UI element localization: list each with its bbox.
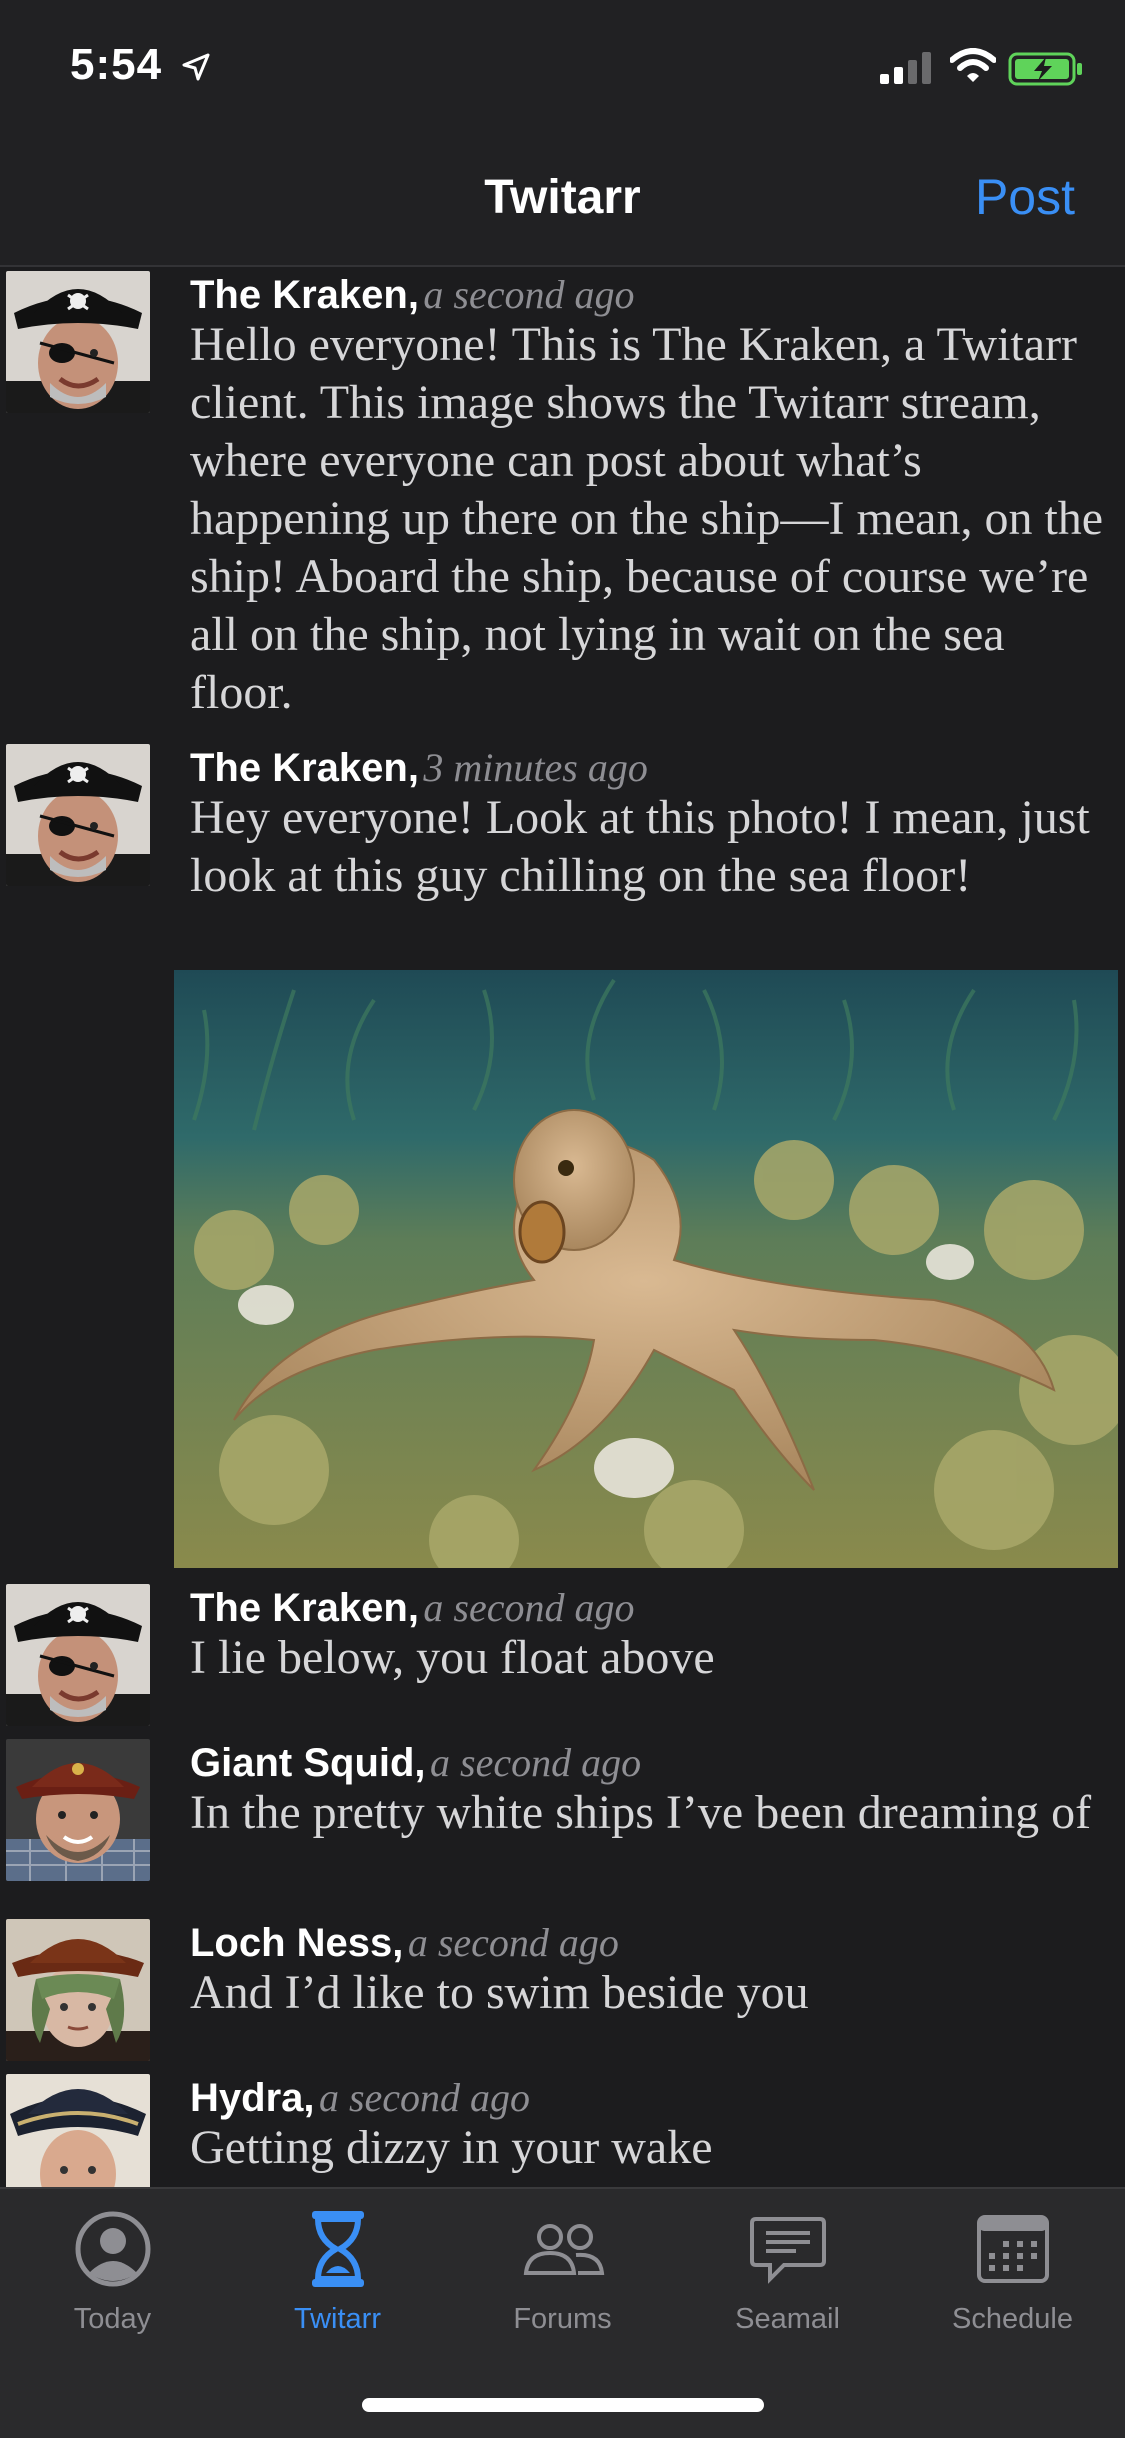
status-time: 5:54 xyxy=(70,40,163,89)
post-text: Hey everyone! Look at this photo! I mean… xyxy=(190,791,1090,902)
post-timestamp: a second ago xyxy=(407,1920,619,1965)
hourglass-icon xyxy=(311,2211,364,2287)
post-content: Giant Squid, a second ago In the pretty … xyxy=(190,1739,1105,1842)
home-indicator[interactable] xyxy=(362,2398,764,2412)
wifi-icon xyxy=(950,48,996,82)
post-content: Hydra, a second ago Getting dizzy in you… xyxy=(190,2074,1105,2177)
post-timestamp: a second ago xyxy=(318,2075,531,2120)
post-author[interactable]: Loch Ness, xyxy=(190,1921,403,1965)
status-time-group: 5:54 xyxy=(70,40,211,90)
cellular-signal-icon xyxy=(880,52,931,84)
tab-seamail[interactable]: Seamail xyxy=(675,2209,900,2336)
message-icon xyxy=(749,2217,826,2284)
avatar-red-pirate-hat[interactable] xyxy=(6,1739,150,1881)
post-text: Getting dizzy in your wake xyxy=(190,2121,713,2174)
post-author[interactable]: The Kraken, xyxy=(190,273,419,317)
post-timestamp: a second ago xyxy=(423,1585,635,1630)
tab-label: Today xyxy=(73,2303,152,2335)
avatar-pirate-eyepatch[interactable] xyxy=(6,1584,150,1726)
post-photo-octopus[interactable] xyxy=(174,970,1118,1568)
post-timestamp: a second ago xyxy=(423,272,635,317)
tab-today[interactable]: Today xyxy=(0,2209,225,2336)
avatar-tricorn-hat[interactable] xyxy=(6,2074,150,2187)
avatar-pirate-eyepatch[interactable] xyxy=(6,744,150,886)
post-author[interactable]: The Kraken, xyxy=(190,746,419,790)
post-timestamp: 3 minutes ago xyxy=(423,745,648,790)
twitarr-feed[interactable]: The Kraken, a second ago Hello everyone!… xyxy=(0,267,1125,2187)
tab-label: Seamail xyxy=(735,2303,840,2335)
status-bar: 5:54 xyxy=(0,0,1125,140)
location-arrow-icon xyxy=(182,53,210,81)
post-content: Loch Ness, a second ago And I’d like to … xyxy=(190,1919,1105,2022)
post-content: The Kraken, 3 minutes ago Hey everyone! … xyxy=(190,744,1105,905)
navigation-bar: Twitarr Post xyxy=(0,140,1125,267)
calendar-icon xyxy=(976,2215,1049,2283)
person-circle-icon xyxy=(75,2211,150,2287)
page-title: Twitarr xyxy=(484,171,641,224)
tab-label: Forums xyxy=(513,2303,612,2335)
post-button[interactable]: Post xyxy=(975,168,1075,226)
post-author[interactable]: The Kraken, xyxy=(190,1586,419,1630)
tab-twitarr[interactable]: Twitarr xyxy=(225,2209,450,2336)
post-author[interactable]: Hydra, xyxy=(190,2076,315,2120)
post-content: The Kraken, a second ago Hello everyone!… xyxy=(190,271,1105,722)
battery-charging-icon xyxy=(1008,52,1082,86)
post-text: Hello everyone! This is The Kraken, a Tw… xyxy=(190,318,1104,719)
people-icon xyxy=(523,2224,604,2275)
tab-forums[interactable]: Forums xyxy=(450,2209,675,2336)
post-text: In the pretty white ships I’ve been drea… xyxy=(190,1786,1092,1839)
tab-schedule[interactable]: Schedule xyxy=(900,2209,1125,2336)
tab-label: Schedule xyxy=(952,2303,1073,2335)
avatar-green-hair-pirate[interactable] xyxy=(6,1919,150,2061)
post-text: And I’d like to swim beside you xyxy=(190,1966,809,2019)
tab-label: Twitarr xyxy=(294,2303,381,2335)
post-timestamp: a second ago xyxy=(430,1740,642,1785)
post-author[interactable]: Giant Squid, xyxy=(190,1741,426,1785)
avatar-pirate-eyepatch[interactable] xyxy=(6,271,150,413)
post-text: I lie below, you float above xyxy=(190,1631,715,1684)
post-content: The Kraken, a second ago I lie below, yo… xyxy=(190,1584,1105,1687)
